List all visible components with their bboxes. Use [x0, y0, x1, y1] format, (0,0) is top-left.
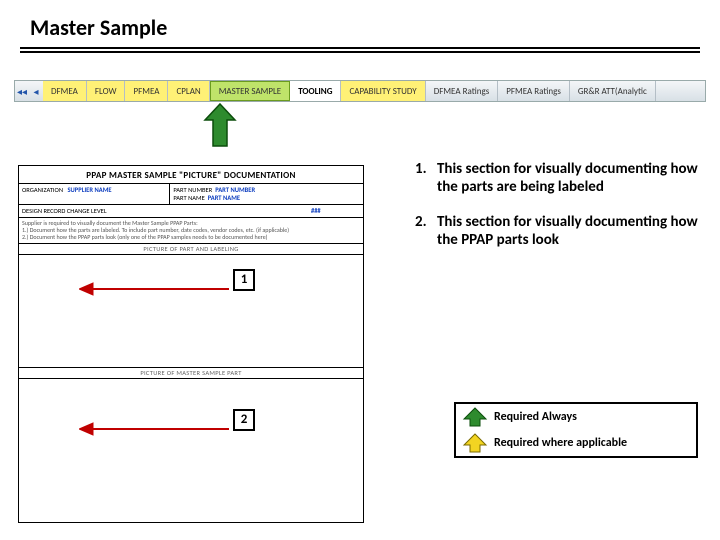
partnum-label: PART NUMBER	[173, 186, 212, 194]
callout-2: 2	[233, 409, 255, 431]
tab-pfmea-ratings[interactable]: PFMEA Ratings	[498, 81, 570, 101]
title-underline	[20, 47, 700, 53]
form-title: PPAP MASTER SAMPLE "PICTURE" DOCUMENTATI…	[19, 166, 363, 183]
green-arrow-icon	[462, 407, 488, 427]
part-number: PART NUMBER	[215, 186, 255, 194]
section-bar-1: PICTURE OF PART AND LABELING	[19, 243, 363, 255]
red-arrow-1-icon	[79, 277, 229, 301]
rev-value: ###	[308, 205, 363, 217]
bullet-2-num: 2.	[415, 213, 437, 250]
ppap-form: PPAP MASTER SAMPLE "PICTURE" DOCUMENTATI…	[18, 165, 364, 523]
tab-tooling[interactable]: TOOLING	[290, 81, 341, 101]
bullet-2: 2. This section for visually documenting…	[415, 213, 700, 250]
tab-cplan[interactable]: CPLAN	[168, 81, 209, 101]
yellow-arrow-icon	[462, 433, 488, 453]
supplier-name: SUPPLIER NAME	[67, 186, 111, 194]
instr-line-2: 2.) Document how the PPAP parts look (on…	[22, 234, 360, 241]
tab-scroll-prev-icon[interactable]: ◂	[29, 85, 43, 98]
tab-dfmea-ratings[interactable]: DFMEA Ratings	[426, 81, 499, 101]
tab-capability-study[interactable]: CAPABILITY STUDY	[341, 81, 425, 101]
design-record-label: DESIGN RECORD CHANGE LEVEL	[22, 207, 107, 215]
org-label: ORGANIZATION	[22, 186, 63, 194]
legend-applicable-label: Required where applicable	[494, 436, 627, 450]
worksheet-tab-bar: ◂◂ ◂ DFMEA FLOW PFMEA CPLAN MASTER SAMPL…	[14, 80, 706, 102]
section-body-1: 1	[19, 255, 363, 367]
section-body-2: 2	[19, 379, 363, 477]
tab-dfmea[interactable]: DFMEA	[43, 81, 87, 101]
legend-box: Required Always Required where applicabl…	[454, 402, 698, 458]
tab-pfmea[interactable]: PFMEA	[125, 81, 168, 101]
bullet-1-num: 1.	[415, 160, 437, 197]
bullet-1-text: This section for visually documenting ho…	[437, 160, 700, 197]
part-name: PART NAME	[208, 194, 240, 202]
page-title: Master Sample	[0, 0, 720, 47]
legend-row-always: Required Always	[456, 404, 696, 430]
bullet-1: 1. This section for visually documenting…	[415, 160, 700, 197]
bullet-2-text: This section for visually documenting ho…	[437, 213, 700, 250]
partname-label: PART NAME	[173, 194, 204, 202]
tab-scroll-first-icon[interactable]: ◂◂	[15, 85, 29, 98]
form-instructions: Supplier is required to visually documen…	[19, 217, 363, 243]
callout-1: 1	[233, 269, 255, 291]
tab-master-sample[interactable]: MASTER SAMPLE	[210, 81, 290, 101]
red-arrow-2-icon	[79, 417, 229, 441]
legend-always-label: Required Always	[494, 410, 577, 424]
explanation-list: 1. This section for visually documenting…	[415, 160, 700, 265]
section-bar-2: PICTURE OF MASTER SAMPLE PART	[19, 367, 363, 379]
tab-flow[interactable]: FLOW	[87, 81, 126, 101]
legend-row-applicable: Required where applicable	[456, 430, 696, 456]
tab-grr-att[interactable]: GR&R ATT(Analytic	[570, 81, 656, 101]
